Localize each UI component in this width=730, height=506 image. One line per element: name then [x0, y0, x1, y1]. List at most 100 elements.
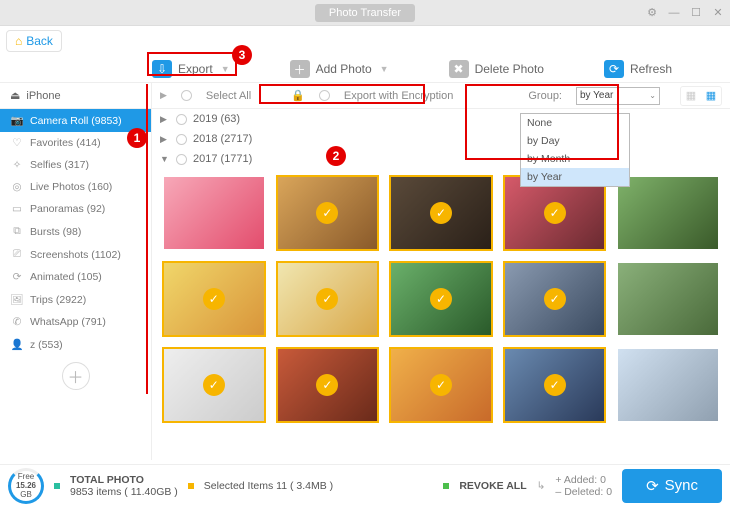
settings-icon[interactable]: ⚙ [644, 5, 660, 21]
free-space-gauge: Free 15.26 GB [8, 468, 44, 504]
app-title: Photo Transfer [315, 4, 415, 22]
sidebar-item-label: Trips (2922) [30, 294, 86, 306]
group-select[interactable]: by Year ⌄ [576, 87, 660, 105]
photo-thumb[interactable]: ✓ [276, 175, 380, 251]
sidebar-item[interactable]: 🖼Trips (2922) [0, 288, 151, 311]
select-all-label: Select All [206, 90, 251, 102]
selected-line: Selected Items 11 ( 3.4MB ) [204, 480, 333, 492]
refresh-button[interactable]: ⟳ Refresh [604, 60, 672, 78]
maximize-icon[interactable]: ☐ [688, 5, 704, 21]
year-row[interactable]: ▼2017 (1771) [152, 149, 730, 169]
check-icon: ✓ [544, 202, 566, 224]
annotation-badge: 3 [232, 45, 252, 65]
photo-thumb[interactable] [616, 347, 720, 423]
select-all-checkbox[interactable] [181, 90, 192, 101]
dot-icon [188, 483, 194, 489]
sidebar-item-label: Camera Roll (9853) [30, 115, 122, 127]
sidebar-item[interactable]: 👤z (553) [0, 333, 151, 356]
group-option[interactable]: by Month [521, 150, 629, 168]
photo-thumb[interactable] [162, 175, 266, 251]
photo-thumb[interactable]: ✓ [389, 261, 493, 337]
export-label: Export [178, 62, 213, 76]
sidebar-item[interactable]: 📷 Camera Roll (9853) [0, 109, 151, 132]
back-label: Back [26, 34, 53, 48]
lock-icon: 🔒 [291, 89, 305, 102]
group-label: Group: [528, 90, 562, 102]
album-icon: ◎ [10, 181, 24, 193]
sidebar-item-label: Live Photos (160) [30, 181, 112, 193]
filter-bar: ▶ Select All 🔒 Export with Encryption Gr… [152, 83, 730, 109]
sidebar-item-label: WhatsApp (791) [30, 316, 106, 328]
year-checkbox[interactable] [176, 154, 187, 165]
sync-button[interactable]: ⟳ Sync [622, 469, 722, 503]
photo-thumb[interactable]: ✓ [389, 175, 493, 251]
year-row[interactable]: ▶ 2018 (2717) [152, 129, 730, 149]
year-label: 2018 (2717) [193, 133, 252, 145]
sidebar-item[interactable]: ⎚Screenshots (1102) [0, 243, 151, 266]
revoke-all-button[interactable]: REVOKE ALL [459, 480, 526, 492]
year-checkbox[interactable] [176, 114, 187, 125]
sidebar-item[interactable]: ✧Selfies (317) [0, 154, 151, 176]
photo-thumb[interactable]: ✓ [503, 261, 607, 337]
sidebar-item[interactable]: ▭Panoramas (92) [0, 198, 151, 220]
album-icon: ⎚ [10, 248, 24, 261]
refresh-icon: ⟳ [604, 60, 624, 78]
add-album-button[interactable]: ＋ [62, 362, 90, 390]
photo-thumb[interactable]: ✓ [162, 347, 266, 423]
sidebar-item[interactable]: ⟳Animated (105) [0, 266, 151, 288]
chevron-icon: ▶ [160, 134, 170, 145]
check-icon: ✓ [316, 374, 338, 396]
device-row[interactable]: ⏏ iPhone [0, 83, 151, 109]
view-grid-icon[interactable]: ▦ [701, 87, 721, 105]
check-icon: ✓ [430, 374, 452, 396]
year-label: 2019 (63) [193, 113, 240, 125]
photo-thumb[interactable]: ✓ [503, 347, 607, 423]
minimize-icon[interactable]: — [666, 5, 682, 21]
close-icon[interactable]: ✕ [710, 5, 726, 21]
encrypt-checkbox[interactable] [319, 90, 330, 101]
add-photo-icon: ＋ [290, 60, 310, 78]
back-button[interactable]: ⌂ Back [6, 30, 62, 52]
sidebar-item-label: z (553) [30, 339, 63, 351]
sidebar-item[interactable]: ◎ Live Photos (160) [0, 176, 151, 198]
photo-thumb[interactable] [616, 175, 720, 251]
sidebar-item-label: Animated (105) [30, 271, 102, 283]
album-icon: ⧉ [10, 225, 24, 238]
sidebar-item-label: Selfies (317) [30, 159, 89, 171]
refresh-label: Refresh [630, 62, 672, 76]
add-photo-button[interactable]: ＋ Add Photo ▼ [290, 60, 389, 78]
group-dropdown: Noneby Dayby Monthby Year [520, 113, 630, 187]
photo-thumb[interactable]: ✓ [276, 261, 380, 337]
total-line: 9853 items ( 11.40GB ) [70, 486, 178, 498]
annotation-line [146, 84, 148, 394]
export-button[interactable]: ⇩ Export ▼ [152, 60, 230, 78]
check-icon: ✓ [430, 202, 452, 224]
annotation-badge: 1 [127, 128, 147, 148]
photo-thumb[interactable]: ✓ [389, 347, 493, 423]
view-large-icon[interactable]: ▦ [681, 87, 701, 105]
sidebar-item[interactable]: ✆ WhatsApp (791) [0, 311, 151, 333]
album-icon: ✆ [10, 316, 24, 328]
check-icon: ✓ [316, 288, 338, 310]
added-count: Added: 0 [564, 474, 606, 486]
year-row[interactable]: ▶2019 (63) [152, 109, 730, 129]
photo-thumb[interactable]: ✓ [276, 347, 380, 423]
photo-thumb[interactable]: ✓ [162, 261, 266, 337]
year-checkbox[interactable] [176, 134, 187, 145]
title-bar: Photo Transfer ⚙ — ☐ ✕ [0, 0, 730, 26]
delete-photo-button[interactable]: ✖ Delete Photo [449, 60, 544, 78]
sidebar-item[interactable]: ⧉ Bursts (98) [0, 220, 151, 243]
check-icon: ✓ [544, 374, 566, 396]
export-icon: ⇩ [152, 60, 172, 78]
annotation-badge: 2 [326, 146, 346, 166]
group-option[interactable]: by Year [521, 168, 629, 186]
deleted-count: Deleted: 0 [564, 486, 612, 498]
revoke-icon: ↳ [537, 480, 546, 492]
expand-all-icon[interactable]: ▶ [160, 90, 167, 101]
photo-thumb[interactable] [616, 261, 720, 337]
sidebar-item-label: Bursts (98) [30, 226, 81, 238]
group-option[interactable]: by Day [521, 132, 629, 150]
album-icon: 📷 [10, 114, 24, 127]
group-option[interactable]: None [521, 114, 629, 132]
chevron-down-icon: ▼ [221, 64, 230, 74]
